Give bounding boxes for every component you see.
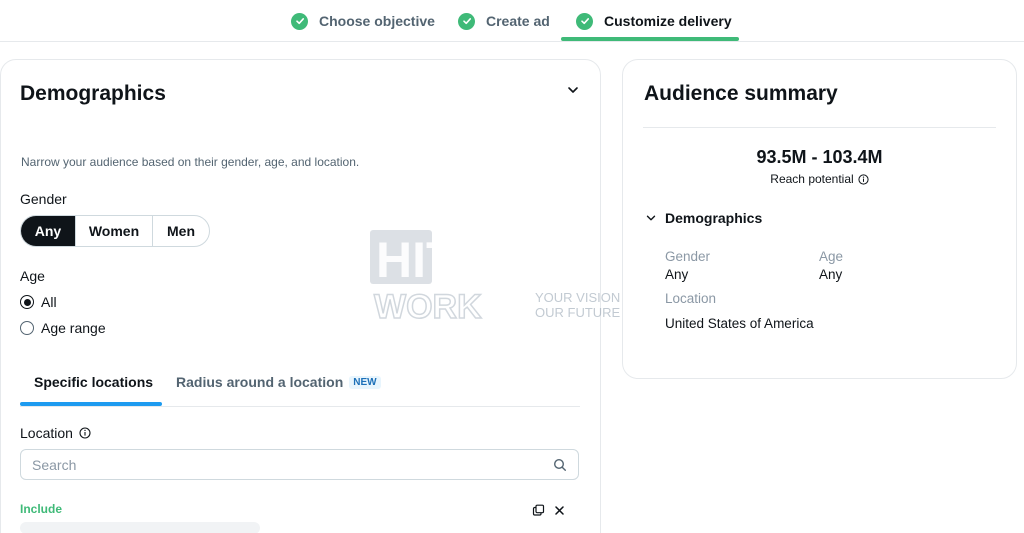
step-create-ad[interactable]: Create ad — [458, 0, 550, 42]
summary-demographics-toggle[interactable]: Demographics — [645, 210, 762, 226]
active-step-indicator — [561, 37, 739, 41]
step-label: Create ad — [486, 13, 550, 29]
info-icon[interactable] — [79, 427, 91, 439]
location-search — [20, 449, 579, 480]
audience-summary-title: Audience summary — [644, 82, 838, 105]
reach-potential-value: 93.5M - 103.4M — [756, 147, 883, 167]
tab-label: Radius around a location — [176, 374, 344, 390]
summary-age-value: Any — [819, 267, 843, 282]
summary-location-label: Location — [665, 291, 717, 306]
step-label: Choose objective — [319, 13, 435, 29]
search-icon[interactable] — [553, 458, 567, 472]
age-label: Age — [20, 268, 45, 284]
check-icon — [458, 12, 475, 30]
include-label: Include — [20, 502, 63, 516]
demographics-description: Narrow your audience based on their gend… — [21, 155, 360, 169]
location-search-input[interactable] — [32, 456, 553, 473]
tab-radius-around-location[interactable]: Radius around a location NEW — [176, 365, 381, 399]
chevron-down-icon — [646, 215, 656, 221]
reach-potential-row: Reach potential — [643, 172, 996, 186]
age-radio-all[interactable]: All — [20, 294, 57, 310]
close-icon[interactable] — [554, 505, 565, 516]
reach-potential-label: Reach potential — [770, 172, 854, 186]
radio-label: Age range — [41, 320, 106, 336]
new-badge: NEW — [349, 375, 381, 389]
summary-location-value: United States of America — [665, 316, 814, 331]
summary-gender-value: Any — [665, 267, 689, 282]
info-icon[interactable] — [858, 173, 869, 185]
gender-option-women[interactable]: Women — [76, 216, 153, 246]
chevron-down-icon[interactable] — [566, 83, 580, 97]
active-tab-indicator — [20, 402, 162, 406]
step-choose-objective[interactable]: Choose objective — [291, 0, 435, 42]
check-icon — [576, 12, 593, 30]
location-label: Location — [20, 425, 73, 441]
demographics-title: Demographics — [20, 82, 166, 105]
step-customize-delivery[interactable]: Customize delivery — [576, 0, 732, 42]
radio-label: All — [41, 294, 57, 310]
copy-icon[interactable] — [532, 504, 545, 517]
gender-selector: Any Women Men — [20, 215, 210, 247]
age-radio-range[interactable]: Age range — [20, 320, 106, 336]
summary-section-title: Demographics — [665, 210, 763, 226]
radio-unselected-icon — [20, 321, 34, 335]
gender-option-men[interactable]: Men — [153, 216, 209, 246]
location-tabs: Specific locations Radius around a locat… — [20, 365, 580, 407]
divider — [643, 127, 996, 128]
check-icon — [291, 12, 308, 30]
gender-label: Gender — [20, 191, 67, 207]
gender-option-any[interactable]: Any — [21, 216, 76, 246]
tab-specific-locations[interactable]: Specific locations — [34, 365, 153, 399]
step-label: Customize delivery — [604, 13, 732, 29]
location-chip-placeholder — [20, 522, 260, 533]
summary-gender-label: Gender — [665, 249, 711, 264]
summary-age-label: Age — [819, 249, 844, 264]
location-label-row: Location — [20, 425, 91, 441]
tab-label: Specific locations — [34, 374, 154, 390]
progress-stepper: Choose objective Create ad Customize del… — [0, 0, 1024, 42]
radio-selected-icon — [20, 295, 34, 309]
